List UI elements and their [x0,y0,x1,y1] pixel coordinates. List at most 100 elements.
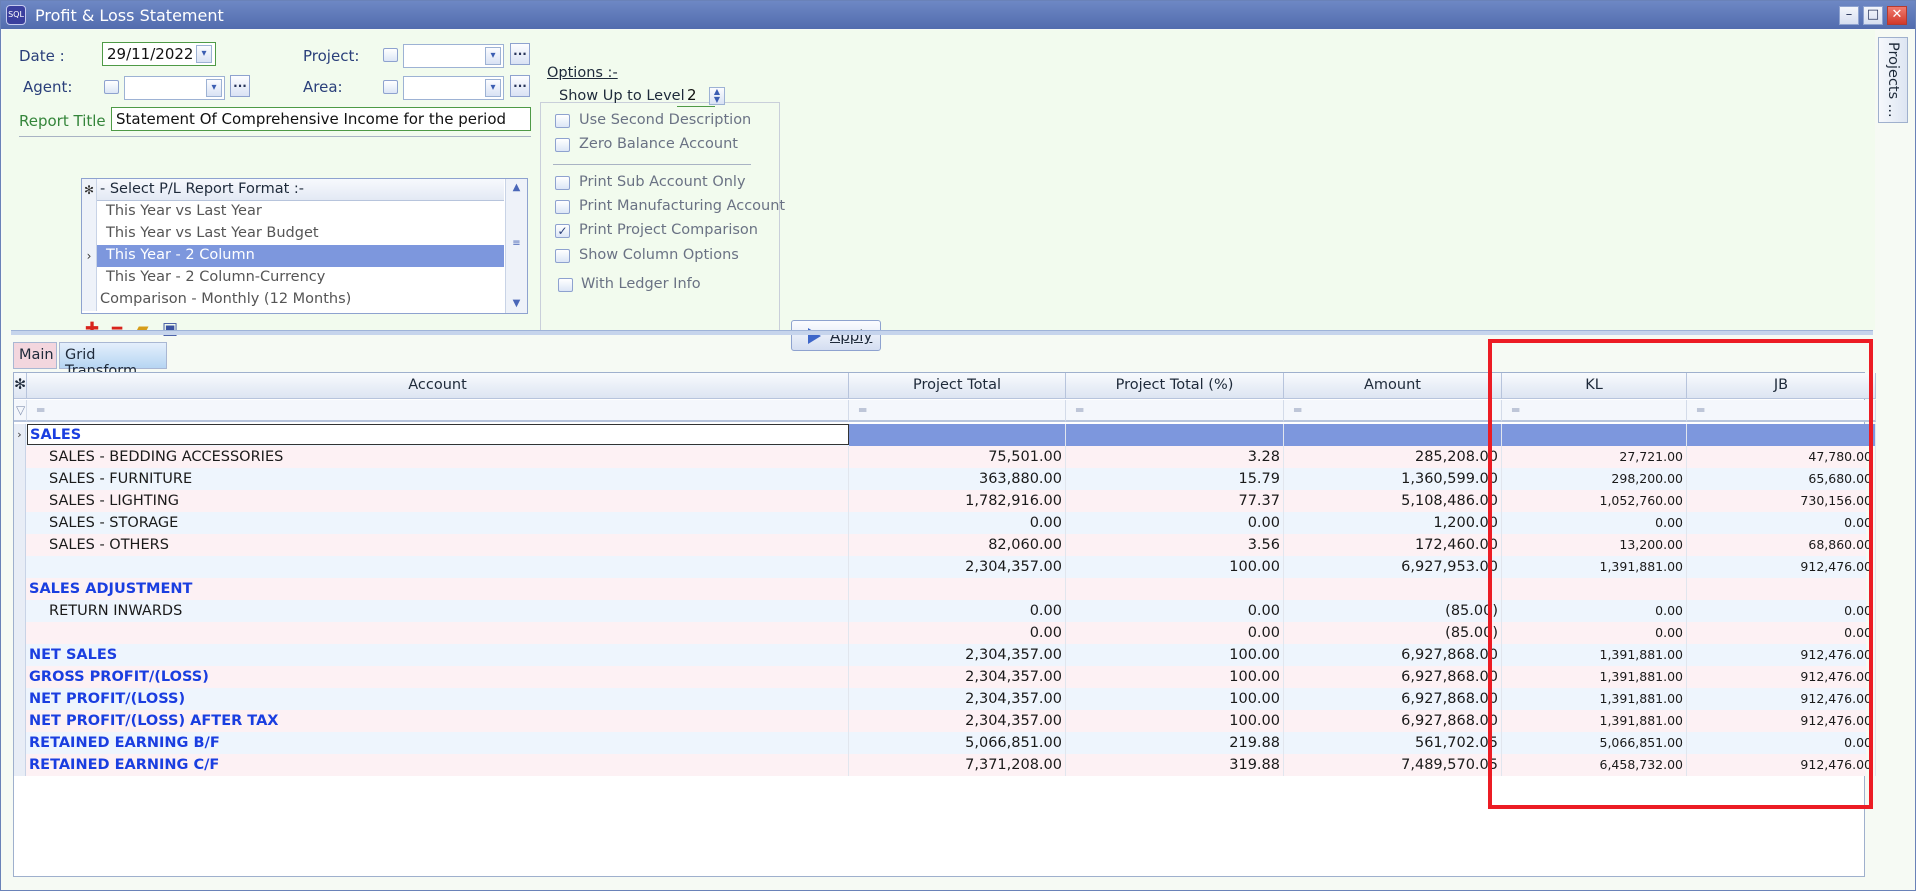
row-indicator[interactable] [14,468,26,490]
column-header-project-total[interactable]: Project Total [849,373,1066,399]
kl-cell[interactable]: 1,391,881.00 [1502,644,1687,666]
project-total-cell[interactable]: 82,060.00 [849,534,1066,556]
account-cell[interactable]: NET PROFIT/(LOSS) AFTER TAX [27,710,849,732]
table-row[interactable]: SALES - FURNITURE 363,880.00 15.79 1,360,59… [14,468,1876,490]
project-total-cell[interactable]: 1,782,916.00 [849,490,1066,512]
jb-cell[interactable]: 730,156.00 [1687,490,1876,512]
amount-cell[interactable]: 1,200.00 [1284,512,1502,534]
table-row[interactable]: SALES - OTHERS 82,060.00 3.56 172,460.00 13,… [14,534,1876,556]
account-cell[interactable]: NET SALES [27,644,849,666]
spinner-arrows-icon[interactable]: ▲ ▼ [709,87,725,105]
amount-cell[interactable]: 6,927,868.00 [1284,644,1502,666]
account-cell[interactable]: SALES - STORAGE [27,512,849,534]
grid-settings-icon[interactable]: ✻ [14,373,27,399]
row-indicator[interactable] [14,600,26,622]
table-row[interactable]: 0.00 0.00 (85.00) 0.00 0.00 [14,622,1876,644]
maximize-button[interactable]: □ [1863,6,1883,25]
column-header-account[interactable]: Account [27,373,849,399]
row-indicator[interactable] [14,754,26,776]
amount-cell[interactable] [1284,578,1502,600]
amount-cell[interactable]: 6,927,868.00 [1284,688,1502,710]
account-cell[interactable]: GROSS PROFIT/(LOSS) [27,666,849,688]
project-total-cell[interactable]: 0.00 [849,600,1066,622]
agent-lookup-button[interactable]: ... [230,75,250,97]
save-icon[interactable]: ▣ [160,319,180,339]
project-total-pct-cell[interactable]: 100.00 [1066,666,1284,688]
filter-icon[interactable]: ▽ [14,400,27,422]
amount-cell[interactable]: 1,360,599.00 [1284,468,1502,490]
kl-cell[interactable]: 27,721.00 [1502,446,1687,468]
account-cell[interactable]: RETURN INWARDS [27,600,849,622]
row-indicator[interactable] [14,534,26,556]
project-checkbox[interactable] [383,48,398,62]
filter-cell-account[interactable]: ═ [27,400,849,422]
column-header-amount[interactable]: Amount [1284,373,1502,399]
project-total-cell[interactable]: 7,371,208.00 [849,754,1066,776]
kl-cell[interactable]: 0.00 [1502,600,1687,622]
report-format-list[interactable]: ✻ - Select P/L Report Format :- This Yea… [81,178,528,314]
jb-cell[interactable]: 912,476.00 [1687,688,1876,710]
amount-cell[interactable] [1284,424,1502,446]
account-cell[interactable]: NET PROFIT/(LOSS) [27,688,849,710]
account-cell[interactable]: SALES [27,424,849,445]
table-row[interactable]: SALES - BEDDING ACCESSORIES 75,501.00 3.28… [14,446,1876,468]
project-total-cell[interactable]: 2,304,357.00 [849,688,1066,710]
apply-button[interactable]: Apply [791,320,881,351]
show-column-options-checkbox[interactable] [555,249,570,263]
kl-cell[interactable]: 1,391,881.00 [1502,688,1687,710]
list-item[interactable]: This Year vs Last Year [82,201,504,223]
account-cell[interactable]: SALES - OTHERS [27,534,849,556]
jb-cell[interactable]: 0.00 [1687,512,1876,534]
kl-cell[interactable]: 0.00 [1502,512,1687,534]
filter-cell-project-total-pct[interactable]: ═ [1066,400,1284,422]
jb-cell[interactable]: 912,476.00 [1687,644,1876,666]
amount-cell[interactable]: (85.00) [1284,600,1502,622]
project-total-cell[interactable] [849,578,1066,600]
row-indicator[interactable] [14,490,26,512]
jb-cell[interactable]: 65,680.00 [1687,468,1876,490]
row-indicator[interactable] [14,556,26,578]
project-total-pct-cell[interactable]: 100.00 [1066,710,1284,732]
amount-cell[interactable]: 7,489,570.05 [1284,754,1502,776]
account-cell[interactable] [27,556,849,578]
project-total-pct-cell[interactable]: 0.00 [1066,622,1284,644]
scroll-thumb-icon[interactable]: ≡ [509,237,524,251]
panel-splitter[interactable] [11,330,1873,335]
table-row[interactable]: NET PROFIT/(LOSS) AFTER TAX 2,304,357.00 1… [14,710,1876,732]
project-total-cell[interactable]: 0.00 [849,622,1066,644]
project-total-pct-cell[interactable]: 3.28 [1066,446,1284,468]
account-cell[interactable]: RETAINED EARNING C/F [27,754,849,776]
kl-cell[interactable]: 1,391,881.00 [1502,556,1687,578]
list-item[interactable]: This Year vs Last Year Budget [82,223,504,245]
print-project-comparison-checkbox[interactable]: ✓ [555,224,570,238]
jb-cell[interactable]: 912,476.00 [1687,556,1876,578]
project-total-cell[interactable]: 2,304,357.00 [849,556,1066,578]
kl-cell[interactable] [1502,578,1687,600]
project-total-pct-cell[interactable]: 100.00 [1066,688,1284,710]
jb-cell[interactable]: 0.00 [1687,732,1876,754]
row-indicator[interactable] [14,710,26,732]
jb-cell[interactable]: 0.00 [1687,622,1876,644]
jb-cell[interactable] [1687,424,1876,446]
project-dropdown-icon[interactable]: ▾ [485,47,501,65]
list-item[interactable]: Comparison - Monthly (12 Months) [82,289,504,311]
kl-cell[interactable]: 13,200.00 [1502,534,1687,556]
jb-cell[interactable]: 47,780.00 [1687,446,1876,468]
kl-cell[interactable]: 1,391,881.00 [1502,666,1687,688]
row-pointer-icon[interactable]: › [14,424,26,446]
table-row[interactable]: SALES ADJUSTMENT [14,578,1876,600]
amount-cell[interactable]: 6,927,953.00 [1284,556,1502,578]
remove-icon[interactable]: ━ [107,319,127,339]
project-total-cell[interactable]: 0.00 [849,512,1066,534]
column-header-jb[interactable]: JB [1687,373,1876,399]
table-row[interactable]: 2,304,357.00 100.00 6,927,953.00 1,391,881.… [14,556,1876,578]
tab-grid-transform[interactable]: Grid Transform [59,342,167,379]
filter-cell-jb[interactable]: ═ [1687,400,1876,422]
project-total-pct-cell[interactable]: 3.56 [1066,534,1284,556]
account-cell[interactable]: SALES - FURNITURE [27,468,849,490]
minimize-button[interactable]: – [1839,6,1859,25]
jb-cell[interactable]: 68,860.00 [1687,534,1876,556]
use-second-description-checkbox[interactable] [555,114,570,128]
account-cell[interactable]: RETAINED EARNING B/F [27,732,849,754]
agent-checkbox[interactable] [104,80,119,94]
